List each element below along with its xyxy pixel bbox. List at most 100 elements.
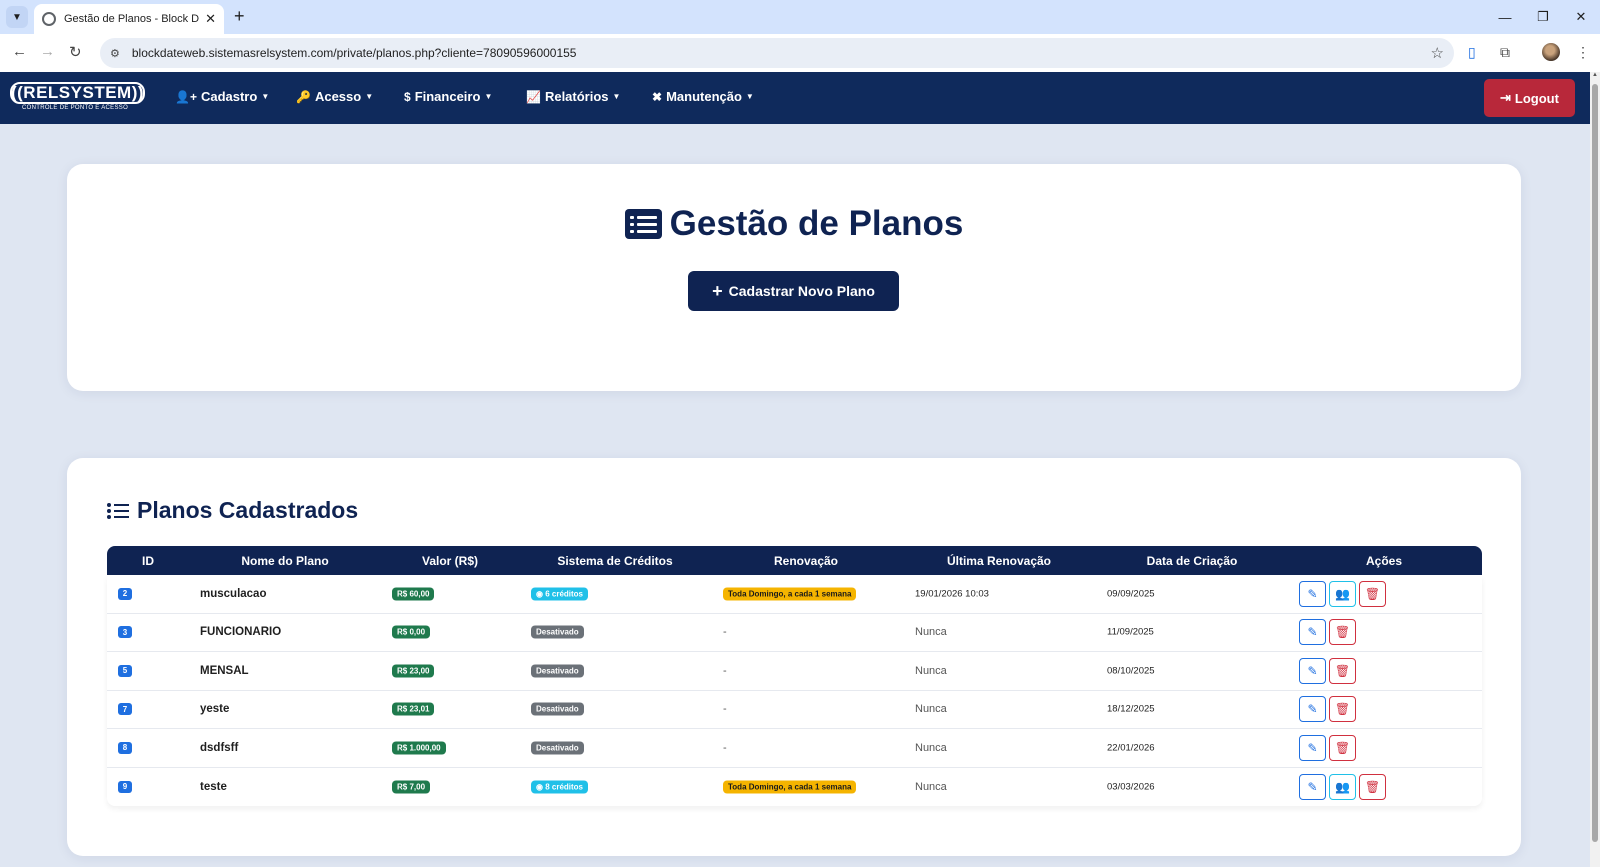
browser-toolbar: ← → ↻ ⚙ blockdateweb.sistemasrelsystem.c… <box>0 34 1600 72</box>
trash-icon: 🗑 <box>1334 740 1351 755</box>
col-credits: Sistema de Créditos <box>557 554 673 568</box>
row-id-badge: 8 <box>118 741 132 754</box>
caret-down-icon: ▼ <box>261 92 270 101</box>
forward-icon[interactable]: → <box>40 43 55 60</box>
list-alt-icon <box>624 209 662 239</box>
reload-icon[interactable]: ↻ <box>69 43 82 61</box>
trash-icon: 🗑 <box>1334 625 1351 640</box>
col-actions: Ações <box>1365 554 1403 568</box>
plan-name: MENSAL <box>200 664 249 677</box>
row-id-badge: 2 <box>118 587 132 600</box>
nav-manutencao-label: Manutenção <box>666 89 742 104</box>
col-name: Nome do Plano <box>241 554 329 568</box>
restore-icon[interactable]: ❐ <box>1524 0 1562 34</box>
close-window-icon[interactable]: ✕ <box>1562 0 1600 34</box>
edit-button[interactable]: ✎ <box>1299 619 1326 646</box>
row-id-badge: 3 <box>118 626 132 639</box>
scrollbar-thumb[interactable] <box>1592 84 1598 842</box>
price-badge: R$ 23,01 <box>392 702 435 716</box>
users-icon: 👥 <box>1335 586 1350 601</box>
address-bar[interactable]: ⚙ blockdateweb.sistemasrelsystem.com/pri… <box>100 38 1454 68</box>
site-info-icon[interactable]: ⚙ <box>110 47 120 60</box>
renewal-text: - <box>723 664 727 677</box>
edit-icon: ✎ <box>1307 779 1318 794</box>
credits-text: 8 créditos <box>545 782 583 792</box>
section-title-text: Planos Cadastrados <box>137 497 359 523</box>
delete-button[interactable]: 🗑 <box>1329 696 1356 723</box>
tab-list-chevron-icon[interactable]: ▼ <box>6 6 28 28</box>
users-button[interactable]: 👥 <box>1329 580 1356 607</box>
page-scrollbar[interactable]: ▲ <box>1590 72 1600 867</box>
edit-button[interactable]: ✎ <box>1299 734 1326 761</box>
plans-table: ID Nome do Plano Valor (R$) Sistema de C… <box>107 546 1482 806</box>
tab-title: Gestão de Planos - Block Date W <box>64 13 200 25</box>
delete-button[interactable]: 🗑 <box>1359 773 1386 800</box>
plan-name: FUNCIONARIO <box>200 626 282 639</box>
new-plan-button[interactable]: + Cadastrar Novo Plano <box>688 271 899 311</box>
nav-relatorios[interactable]: 📈 Relatórios ▼ <box>526 89 620 104</box>
relsystem-logo[interactable]: ((RELSYSTEM)) CONTROLE DE PONTO E ACESSO <box>10 82 145 114</box>
row-actions: ✎ 🗑 <box>1299 619 1356 646</box>
trash-icon: 🗑 <box>1364 779 1381 794</box>
nav-acesso[interactable]: 🔑 Acesso ▼ <box>296 89 373 104</box>
logout-label: Logout <box>1514 90 1559 106</box>
reader-icon[interactable]: ▯ <box>1468 44 1476 61</box>
created-date: 22/01/2026 <box>1107 742 1155 754</box>
price-badge: R$ 0,00 <box>392 625 431 639</box>
bookmark-star-icon[interactable]: ☆ <box>1431 44 1444 62</box>
credits-badge: ◉ 6 créditos <box>531 587 588 601</box>
plan-name: yeste <box>200 703 230 716</box>
credits-text: 6 créditos <box>545 589 583 599</box>
delete-button[interactable]: 🗑 <box>1329 619 1356 646</box>
col-value: Valor (R$) <box>421 554 479 568</box>
nav-manutencao[interactable]: ✖ Manutenção ▼ <box>652 89 754 104</box>
trash-icon: 🗑 <box>1334 702 1351 717</box>
edit-button[interactable]: ✎ <box>1299 773 1326 800</box>
plan-name: dsdfsff <box>200 741 239 754</box>
edit-icon: ✎ <box>1307 740 1318 755</box>
browser-menu-icon[interactable]: ⋮ <box>1576 44 1590 61</box>
users-button[interactable]: 👥 <box>1329 773 1356 800</box>
extensions-icon[interactable]: ⧉ <box>1500 44 1510 61</box>
last-renewal: Nunca <box>915 664 947 677</box>
renewal-badge: Toda Domingo, a cada 1 semana <box>723 780 857 794</box>
app-navbar: ((RELSYSTEM)) CONTROLE DE PONTO E ACESSO… <box>0 72 1590 124</box>
nav-cadastro[interactable]: 👤+ Cadastro ▼ <box>175 89 269 104</box>
dollar-icon: $ <box>404 89 411 104</box>
renewal-text: - <box>723 703 727 716</box>
coins-icon: ◉ <box>536 589 546 599</box>
browser-tab[interactable]: Gestão de Planos - Block Date W ✕ <box>34 4 224 34</box>
plan-name: musculacao <box>200 587 267 600</box>
edit-button[interactable]: ✎ <box>1299 696 1326 723</box>
new-tab-icon[interactable]: + <box>234 6 245 27</box>
delete-button[interactable]: 🗑 <box>1329 657 1356 684</box>
chart-icon: 📈 <box>526 89 541 104</box>
profile-avatar[interactable] <box>1542 43 1560 61</box>
renewal-text: - <box>723 741 727 754</box>
edit-button[interactable]: ✎ <box>1299 580 1326 607</box>
plans-card: Planos Cadastrados ID Nome do Plano Valo… <box>67 458 1521 856</box>
row-actions: ✎ 👥 🗑 <box>1299 773 1386 800</box>
nav-cadastro-label: Cadastro <box>200 89 258 104</box>
col-created: Data de Criação <box>1146 554 1238 568</box>
trash-icon: 🗑 <box>1334 663 1351 678</box>
plan-name: teste <box>200 780 227 793</box>
credits-disabled-badge: Desativado <box>531 625 584 639</box>
logout-button[interactable]: ⇥ Logout <box>1484 79 1575 117</box>
row-actions: ✎ 🗑 <box>1299 696 1356 723</box>
tab-close-icon[interactable]: ✕ <box>205 11 216 27</box>
edit-button[interactable]: ✎ <box>1299 657 1326 684</box>
delete-button[interactable]: 🗑 <box>1359 580 1386 607</box>
back-icon[interactable]: ← <box>12 43 27 60</box>
credits-disabled-badge: Desativado <box>531 741 584 755</box>
created-date: 03/03/2026 <box>1107 781 1155 793</box>
created-date: 08/10/2025 <box>1107 665 1155 677</box>
edit-icon: ✎ <box>1307 663 1318 678</box>
last-renewal: Nunca <box>915 626 947 639</box>
delete-button[interactable]: 🗑 <box>1329 734 1356 761</box>
table-row: 9 teste R$ 7,00 ◉ 8 créditos Toda Doming… <box>107 768 1482 807</box>
scroll-up-icon[interactable]: ▲ <box>1590 72 1600 82</box>
nav-financeiro[interactable]: $ Financeiro ▼ <box>404 89 492 104</box>
row-id-badge: 7 <box>118 703 132 716</box>
minimize-icon[interactable]: — <box>1486 0 1524 34</box>
